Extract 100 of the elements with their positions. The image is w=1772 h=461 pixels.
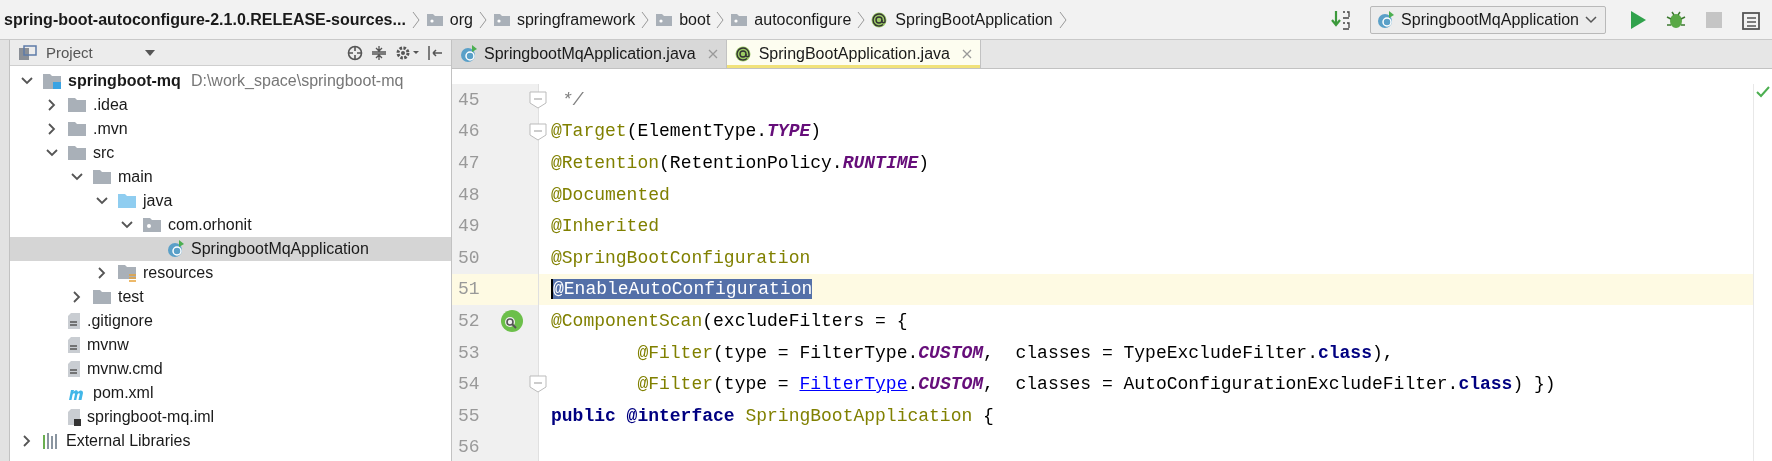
line-number: 47 [457, 153, 481, 173]
chevron-icon [716, 10, 725, 29]
line-number: 48 [457, 184, 481, 205]
code-text: @SpringBootConfiguration [550, 247, 811, 268]
tree-row[interactable]: mvnw.cmd [10, 357, 451, 381]
module-file-icon [67, 408, 81, 426]
tree-item-label: test [118, 288, 144, 306]
folder-icon [67, 145, 87, 161]
folder-icon [67, 121, 87, 137]
breadcrumb[interactable]: springframework [492, 10, 636, 29]
tree-row[interactable]: src [10, 141, 451, 165]
code-text: @ComponentScan(excludeFilters = { [550, 310, 908, 331]
breadcrumb[interactable]: boot [655, 10, 711, 29]
project-view-icon [18, 44, 38, 61]
line-number: 45 [457, 89, 481, 110]
folder-icon [425, 12, 444, 27]
dropdown-caret-icon[interactable] [1585, 15, 1597, 24]
breadcrumb[interactable]: autoconfigure [730, 10, 852, 29]
line-number: 51 [457, 279, 481, 300]
tree-item-label: .mvn [93, 120, 128, 138]
tree-item-label: External Libraries [66, 432, 191, 450]
libraries-icon [42, 433, 60, 449]
tree-row[interactable]: .idea [10, 93, 451, 117]
line-number: 54 [457, 374, 481, 395]
editor-tab[interactable]: SpringbootMqApplication.java [452, 40, 727, 68]
tree-row[interactable]: test [10, 285, 451, 309]
tree-item-label: SpringbootMqApplication [191, 240, 369, 258]
chevron-icon [857, 10, 866, 29]
tree-row[interactable]: com.orhonit [10, 213, 451, 237]
collapse-all-icon[interactable] [371, 44, 387, 61]
tree-row[interactable]: .gitignore [10, 309, 451, 333]
tree-row[interactable]: mvnw [10, 333, 451, 357]
folder-icon [492, 12, 511, 27]
chevron-icon [1058, 10, 1067, 29]
tree-item-label: springboot-mq [68, 72, 181, 90]
check-icon [1756, 86, 1770, 98]
tree-row[interactable]: SpringbootMqApplication [10, 237, 451, 261]
line-number: 50 [457, 247, 481, 268]
folder-icon [730, 12, 749, 27]
tree-row[interactable]: springboot-mq D:\work_space\springboot-mq [10, 69, 451, 93]
fold-marker-icon[interactable] [529, 122, 547, 141]
run-configuration-dropdown[interactable]: SpringbootMqApplication [1370, 5, 1606, 34]
dropdown-caret-icon[interactable] [144, 49, 155, 56]
tree-row[interactable]: resources [10, 261, 451, 285]
package-folder-icon [142, 217, 162, 233]
line-number: 49 [457, 216, 481, 237]
code-text: @Inherited [550, 216, 660, 237]
tree-item-label: java [143, 192, 173, 210]
chevron-icon [411, 10, 420, 29]
fold-marker-icon[interactable] [529, 91, 547, 109]
tree-item-label: springboot-mq.iml [87, 408, 215, 426]
tree-row[interactable]: java [10, 189, 451, 213]
tree-row[interactable]: pom.xml [10, 381, 451, 405]
tree-row[interactable]: main [10, 165, 451, 189]
line-number: 46 [457, 121, 481, 142]
tree-item-label: com.orhonit [168, 216, 252, 234]
tree-item-label: mvnw [87, 336, 129, 354]
breadcrumb[interactable]: SpringBootApplication [871, 10, 1053, 29]
close-icon[interactable] [961, 49, 972, 59]
fold-marker-icon[interactable] [529, 375, 547, 394]
line-number: 52 [457, 310, 481, 331]
tree-row[interactable]: External Libraries [10, 429, 451, 453]
code-text: */ [560, 89, 584, 110]
spring-class-icon [1377, 10, 1396, 29]
tree-row[interactable]: springboot-mq.iml [10, 405, 451, 429]
breadcrumb[interactable]: org [425, 10, 473, 29]
chevron-icon [641, 10, 650, 29]
code-text: @Documented [550, 184, 670, 205]
file-icon [67, 336, 81, 354]
spring-class-icon [167, 240, 185, 258]
line-number: 56 [457, 437, 481, 458]
panel-title[interactable]: Project [46, 44, 93, 61]
tree-item-label: .gitignore [87, 312, 153, 330]
line-number: 53 [457, 342, 481, 363]
code-text: @Filter(type = FilterType.CUSTOM, classes = AutoConfigurationExcludeFilter.class) }) [636, 374, 1556, 395]
locate-icon[interactable] [347, 44, 363, 61]
breadcrumb[interactable]: spring-boot-autoconfigure-2.1.0.RELEASE-sources... [4, 10, 406, 29]
tree-item-label: mvnw.cmd [87, 360, 163, 378]
folder-icon [117, 193, 137, 209]
code-text: @Retention(RetentionPolicy.RUNTIME) [550, 153, 930, 173]
hide-panel-icon[interactable] [427, 44, 443, 61]
tree-item-label: resources [143, 264, 214, 282]
annotation-icon [734, 45, 753, 63]
chevron-icon [478, 10, 487, 29]
settings-icon[interactable] [395, 44, 419, 61]
file-icon [67, 360, 81, 378]
tree-item-label: main [118, 168, 153, 186]
folder-icon [655, 12, 674, 27]
line-number: 55 [457, 405, 481, 426]
tree-item-label: src [93, 144, 115, 162]
spring-bean-icon[interactable] [500, 308, 524, 333]
module-folder-icon [42, 72, 62, 90]
editor-tab[interactable]: SpringBootApplication.java [726, 40, 981, 68]
path-hint: D:\work_space\springboot-mq [190, 72, 404, 90]
tree-row[interactable]: .mvn [10, 117, 451, 141]
folder-icon [92, 289, 112, 305]
folder-icon [92, 169, 112, 185]
code-text: @Target(ElementType.TYPE) [550, 121, 822, 142]
code-text: public @interface SpringBootApplication { [550, 405, 994, 426]
tree-item-label: .idea [93, 96, 128, 114]
